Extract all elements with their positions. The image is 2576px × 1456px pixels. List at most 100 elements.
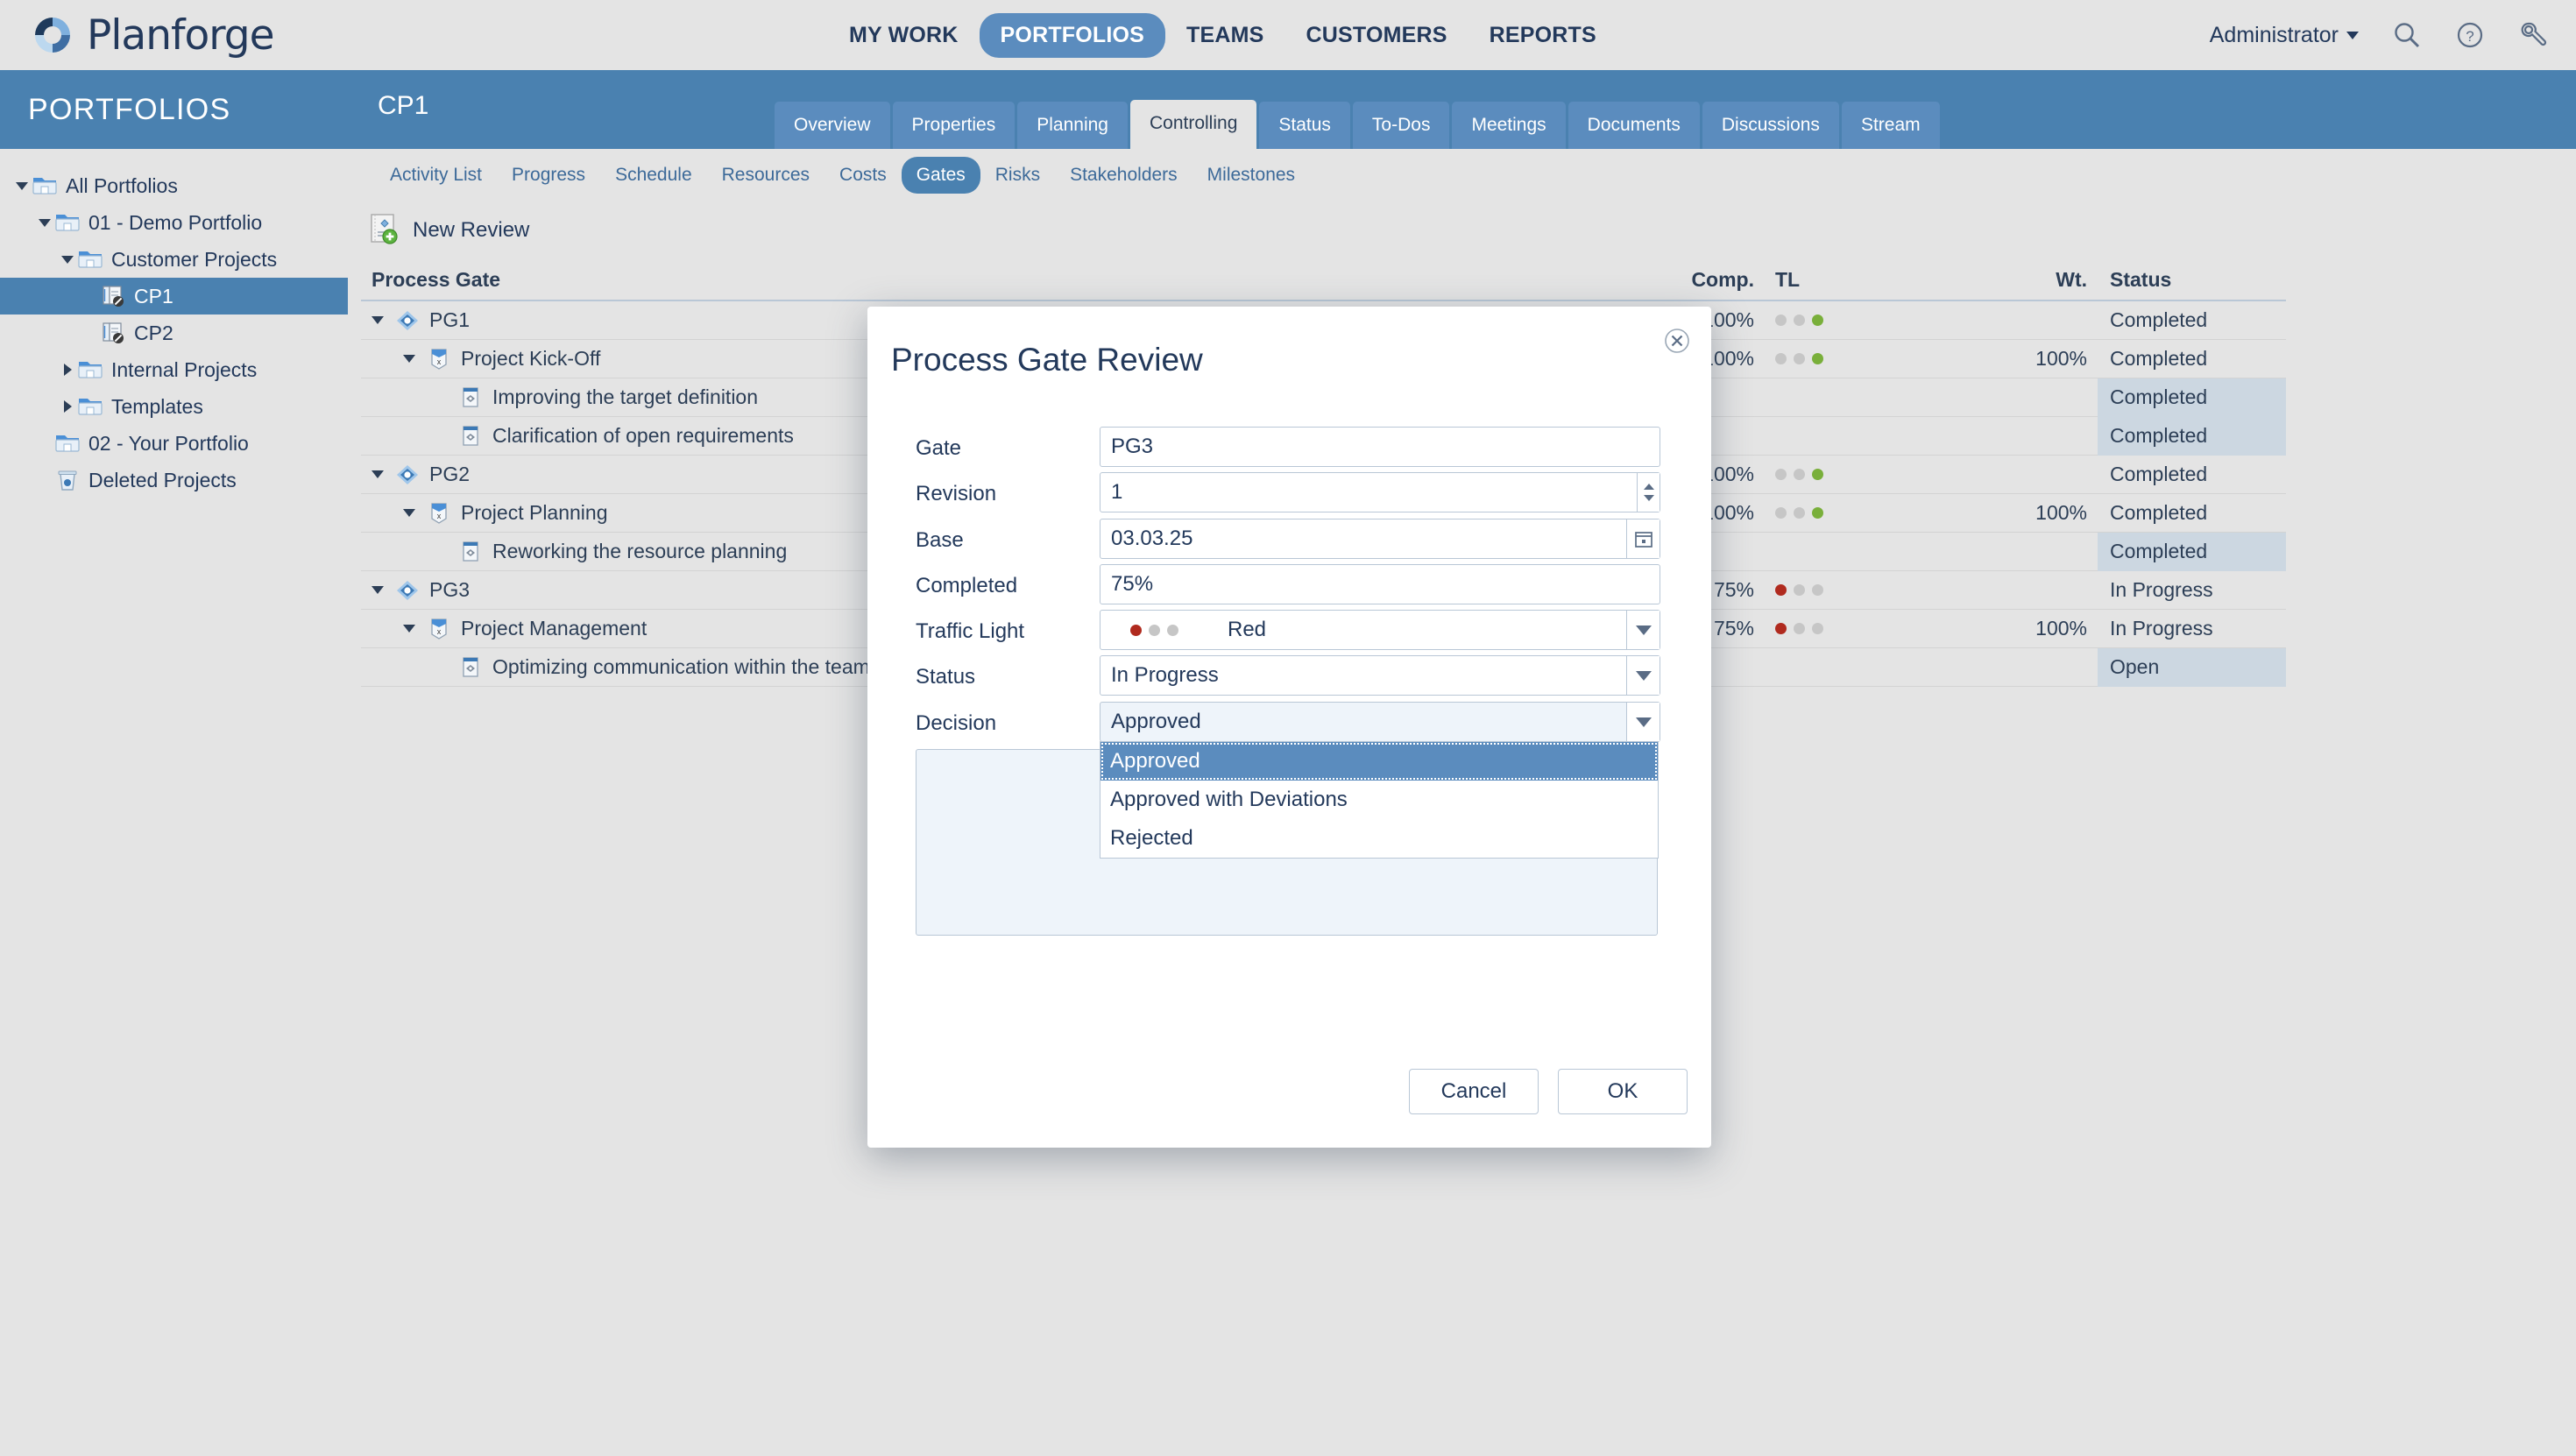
tab-documents[interactable]: Documents xyxy=(1568,102,1700,149)
chevron-down-icon[interactable] xyxy=(12,167,32,204)
chevron-right-icon[interactable] xyxy=(58,351,77,388)
tab-controlling[interactable]: Controlling xyxy=(1130,100,1256,149)
traffic-dot xyxy=(1775,507,1787,519)
chevron-down-icon[interactable] xyxy=(403,355,426,363)
chevron-down-icon[interactable] xyxy=(35,204,54,241)
gate-input[interactable]: PG3 xyxy=(1100,427,1660,467)
sidebar-tree-item[interactable]: Customer Projects xyxy=(0,241,348,278)
calendar-icon[interactable] xyxy=(1626,519,1660,558)
nav-reports[interactable]: REPORTS xyxy=(1468,13,1617,58)
cancel-button[interactable]: Cancel xyxy=(1409,1069,1539,1114)
tab-planning[interactable]: Planning xyxy=(1017,102,1128,149)
project-icon xyxy=(100,321,126,345)
chevron-down-icon[interactable] xyxy=(372,586,394,594)
decision-option[interactable]: Approved with Deviations xyxy=(1100,781,1658,819)
sidebar-tree-label: Internal Projects xyxy=(111,358,257,382)
subtab-costs[interactable]: Costs xyxy=(824,157,902,194)
help-icon[interactable]: ? xyxy=(2455,20,2485,50)
chevron-down-icon[interactable] xyxy=(403,625,426,633)
controlling-subtabs: Activity ListProgressScheduleResourcesCo… xyxy=(348,149,2576,201)
ok-button[interactable]: OK xyxy=(1558,1069,1688,1114)
tab-meetings[interactable]: Meetings xyxy=(1452,102,1565,149)
label-decision: Decision xyxy=(916,711,996,736)
cell-status: Completed xyxy=(2098,533,2286,571)
sidebar-tree-item[interactable]: Deleted Projects xyxy=(0,462,348,498)
subtab-milestones[interactable]: Milestones xyxy=(1192,157,1310,194)
subtab-stakeholders[interactable]: Stakeholders xyxy=(1055,157,1192,194)
traffic-dot xyxy=(1794,507,1805,519)
nav-my-work[interactable]: MY WORK xyxy=(828,13,980,58)
sidebar-tree-item[interactable]: 02 - Your Portfolio xyxy=(0,425,348,462)
col-process-gate[interactable]: Process Gate xyxy=(361,268,1607,292)
sidebar-tree-label: CP1 xyxy=(134,285,173,308)
sidebar-tree-item[interactable]: Internal Projects xyxy=(0,351,348,388)
status-chevron-down-icon[interactable] xyxy=(1626,656,1660,695)
revision-input[interactable]: 1 xyxy=(1100,472,1660,512)
close-icon[interactable] xyxy=(1662,326,1692,360)
subtab-activity-list[interactable]: Activity List xyxy=(375,157,497,194)
tab-overview[interactable]: Overview xyxy=(775,102,890,149)
sidebar-tree-item[interactable]: CP2 xyxy=(0,315,348,351)
stepper-down-icon[interactable] xyxy=(1644,495,1654,501)
subtab-resources[interactable]: Resources xyxy=(707,157,824,194)
decision-dropdown-list: ApprovedApproved with DeviationsRejected xyxy=(1100,741,1659,859)
sidebar-tree-item[interactable]: CP1 xyxy=(0,278,348,315)
row-label: PG3 xyxy=(429,578,470,602)
new-review-button[interactable]: New Review xyxy=(367,212,529,250)
phase-icon: x xyxy=(426,617,452,641)
chevron-right-icon[interactable] xyxy=(58,388,77,425)
subtab-risks[interactable]: Risks xyxy=(980,157,1055,194)
brand-logo[interactable]: Planforge xyxy=(30,11,274,60)
status-value: In Progress xyxy=(1111,663,1219,688)
tab-properties[interactable]: Properties xyxy=(893,102,1016,149)
subtab-schedule[interactable]: Schedule xyxy=(600,157,707,194)
traffic-dot xyxy=(1775,315,1787,326)
col-comp[interactable]: Comp. xyxy=(1607,268,1765,292)
traffic-dot xyxy=(1775,353,1787,364)
traffic-light-chevron-down-icon[interactable] xyxy=(1626,611,1660,649)
tab-stream[interactable]: Stream xyxy=(1842,102,1940,149)
sidebar-tree-item[interactable]: Templates xyxy=(0,388,348,425)
revision-stepper[interactable] xyxy=(1637,473,1660,512)
col-status[interactable]: Status xyxy=(2098,258,2286,300)
table-header-row: Process Gate Comp. TL Wt. Status xyxy=(361,259,2286,301)
chevron-down-icon[interactable] xyxy=(372,470,394,478)
tools-icon[interactable] xyxy=(2518,20,2548,50)
search-icon[interactable] xyxy=(2392,20,2422,50)
cell-status: Completed xyxy=(2098,340,2286,378)
sidebar-tree-label: Templates xyxy=(111,395,203,419)
sidebar-tree-item[interactable]: All Portfolios xyxy=(0,167,348,204)
tab-to-dos[interactable]: To-Dos xyxy=(1353,102,1450,149)
subtab-gates[interactable]: Gates xyxy=(902,157,980,194)
decision-option[interactable]: Rejected xyxy=(1100,819,1658,858)
col-wt[interactable]: Wt. xyxy=(1922,268,2098,292)
nav-portfolios[interactable]: PORTFOLIOS xyxy=(980,13,1166,58)
svg-text:x: x xyxy=(437,357,442,366)
traffic-light-select[interactable]: Red xyxy=(1100,610,1660,650)
cell-status: Completed xyxy=(2098,378,2286,417)
col-tl[interactable]: TL xyxy=(1765,268,1922,292)
decision-option[interactable]: Approved xyxy=(1100,742,1658,781)
sidebar-tree-label: All Portfolios xyxy=(66,174,178,198)
decision-select[interactable]: Approved xyxy=(1100,702,1660,742)
tab-discussions[interactable]: Discussions xyxy=(1702,102,1839,149)
portfolio-tree: All Portfolios 01 - Demo PortfolioCustome… xyxy=(0,149,348,498)
activity-icon xyxy=(457,385,484,410)
tab-status[interactable]: Status xyxy=(1259,102,1350,149)
cell-wt: 100% xyxy=(1922,347,2098,371)
nav-customers[interactable]: CUSTOMERS xyxy=(1285,13,1468,58)
sidebar-tree-item[interactable]: 01 - Demo Portfolio xyxy=(0,204,348,241)
completed-input[interactable]: 75% xyxy=(1100,564,1660,604)
project-icon xyxy=(100,284,126,308)
nav-teams[interactable]: TEAMS xyxy=(1165,13,1285,58)
user-menu[interactable]: Administrator xyxy=(2210,23,2359,48)
stepper-up-icon[interactable] xyxy=(1644,484,1654,490)
status-select[interactable]: In Progress xyxy=(1100,655,1660,696)
chevron-down-icon[interactable] xyxy=(372,316,394,324)
subtab-progress[interactable]: Progress xyxy=(497,157,600,194)
row-label: PG1 xyxy=(429,308,470,332)
chevron-down-icon[interactable] xyxy=(58,241,77,278)
base-date-input[interactable]: 03.03.25 xyxy=(1100,519,1660,559)
decision-chevron-down-icon[interactable] xyxy=(1626,703,1660,741)
chevron-down-icon[interactable] xyxy=(403,509,426,517)
